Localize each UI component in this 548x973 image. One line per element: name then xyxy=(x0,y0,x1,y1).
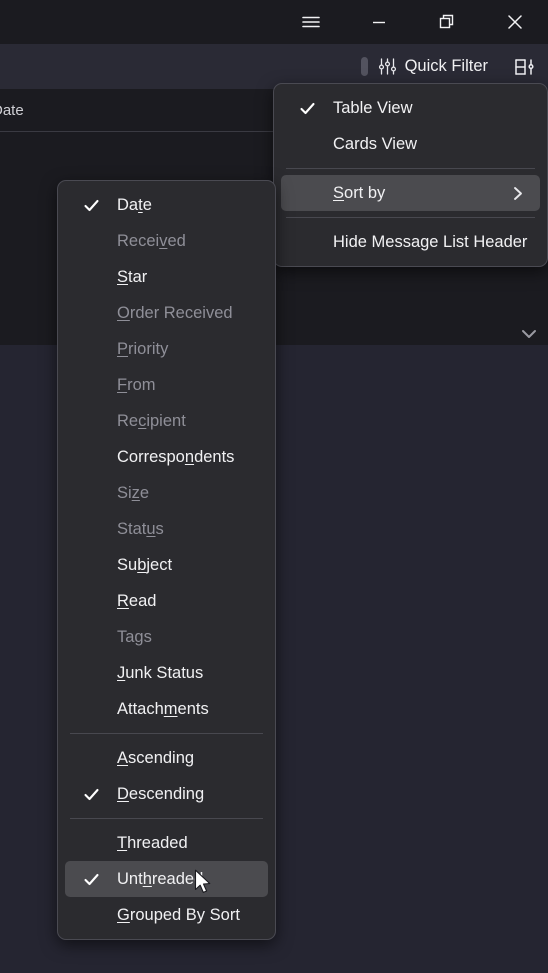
menu-item-label: Hide Message List Header xyxy=(333,232,528,251)
sort-item-ascending[interactable]: Ascending xyxy=(65,740,268,776)
close-button[interactable] xyxy=(492,0,538,44)
menu-item-label: Order Received xyxy=(117,303,233,322)
sort-by-submenu: Date Received Star Order Received Priority Fr… xyxy=(57,180,276,940)
menu-item-cards-view[interactable]: Cards View xyxy=(281,126,540,162)
menu-item-label: Descending xyxy=(117,784,205,803)
app-window: Quick Filter Date xyxy=(0,0,548,973)
checkmark-icon xyxy=(83,187,100,223)
checkmark-icon xyxy=(83,861,100,897)
menu-item-label: Unthreaded xyxy=(117,869,204,888)
menu-separator xyxy=(286,217,535,218)
menu-item-label: Size xyxy=(117,483,150,502)
menu-item-label: Cards View xyxy=(333,134,418,153)
chevron-right-icon xyxy=(509,175,526,211)
sort-item-grouped-by-sort[interactable]: Grouped By Sort xyxy=(65,897,268,933)
sort-item-received[interactable]: Received xyxy=(65,223,268,259)
menu-item-label: Priority xyxy=(117,339,169,358)
menu-item-table-view[interactable]: Table View xyxy=(281,90,540,126)
chevron-down-icon[interactable] xyxy=(518,323,540,350)
menu-separator xyxy=(70,818,263,819)
sort-item-tags[interactable]: Tags xyxy=(65,619,268,655)
sort-item-date[interactable]: Date xyxy=(65,187,268,223)
view-context-menu: Table View Cards View Sort by Hide Message … xyxy=(273,83,548,267)
sort-item-unthreaded[interactable]: Unthreaded xyxy=(65,861,268,897)
menu-item-label: Grouped By Sort xyxy=(117,905,240,924)
menu-item-label: Date xyxy=(117,195,152,214)
menu-item-label: Correspondents xyxy=(117,447,235,466)
quick-filter-button[interactable]: Quick Filter xyxy=(378,57,488,76)
sort-item-size[interactable]: Size xyxy=(65,475,268,511)
sort-item-priority[interactable]: Priority xyxy=(65,331,268,367)
sort-item-attachments[interactable]: Attachments xyxy=(65,691,268,727)
menu-item-label: Ascending xyxy=(117,748,195,767)
checkmark-icon xyxy=(83,776,100,812)
sliders-icon xyxy=(378,57,397,76)
menu-item-label: Attachments xyxy=(117,699,209,718)
sort-item-star[interactable]: Star xyxy=(65,259,268,295)
menu-item-label: From xyxy=(117,375,156,394)
menu-item-label: Status xyxy=(117,519,164,538)
menu-item-hide-message-list-header[interactable]: Hide Message List Header xyxy=(281,224,540,260)
menu-item-label: Star xyxy=(117,267,148,286)
restore-button[interactable] xyxy=(424,0,470,44)
sort-item-recipient[interactable]: Recipient xyxy=(65,403,268,439)
sort-item-descending[interactable]: Descending xyxy=(65,776,268,812)
quick-filter-label: Quick Filter xyxy=(404,57,488,75)
sort-item-subject[interactable]: Subject xyxy=(65,547,268,583)
menu-item-label: Subject xyxy=(117,555,173,574)
sort-item-from[interactable]: From xyxy=(65,367,268,403)
menu-item-label: Table View xyxy=(333,98,413,117)
menu-separator xyxy=(70,733,263,734)
minimize-button[interactable] xyxy=(356,0,402,44)
pill-separator-icon xyxy=(360,57,368,76)
sort-item-junk-status[interactable]: Junk Status xyxy=(65,655,268,691)
menu-item-label: Threaded xyxy=(117,833,188,852)
checkmark-icon xyxy=(299,90,316,126)
menu-item-label: Sort by xyxy=(333,183,386,202)
menu-item-label: Junk Status xyxy=(117,663,204,682)
menu-item-label: Read xyxy=(117,591,157,610)
menu-separator xyxy=(286,168,535,169)
menu-item-label: Recipient xyxy=(117,411,186,430)
sort-item-order-received[interactable]: Order Received xyxy=(65,295,268,331)
sort-item-status[interactable]: Status xyxy=(65,511,268,547)
sort-item-threaded[interactable]: Threaded xyxy=(65,825,268,861)
column-header-date[interactable]: Date xyxy=(0,102,24,119)
sort-item-read[interactable]: Read xyxy=(65,583,268,619)
display-options-icon[interactable] xyxy=(512,55,536,79)
menu-item-label: Tags xyxy=(117,627,152,646)
sort-item-correspondents[interactable]: Correspondents xyxy=(65,439,268,475)
app-menu-button[interactable] xyxy=(288,0,334,44)
title-bar xyxy=(0,0,548,44)
menu-item-label: Received xyxy=(117,231,186,250)
menu-item-sort-by[interactable]: Sort by xyxy=(281,175,540,211)
